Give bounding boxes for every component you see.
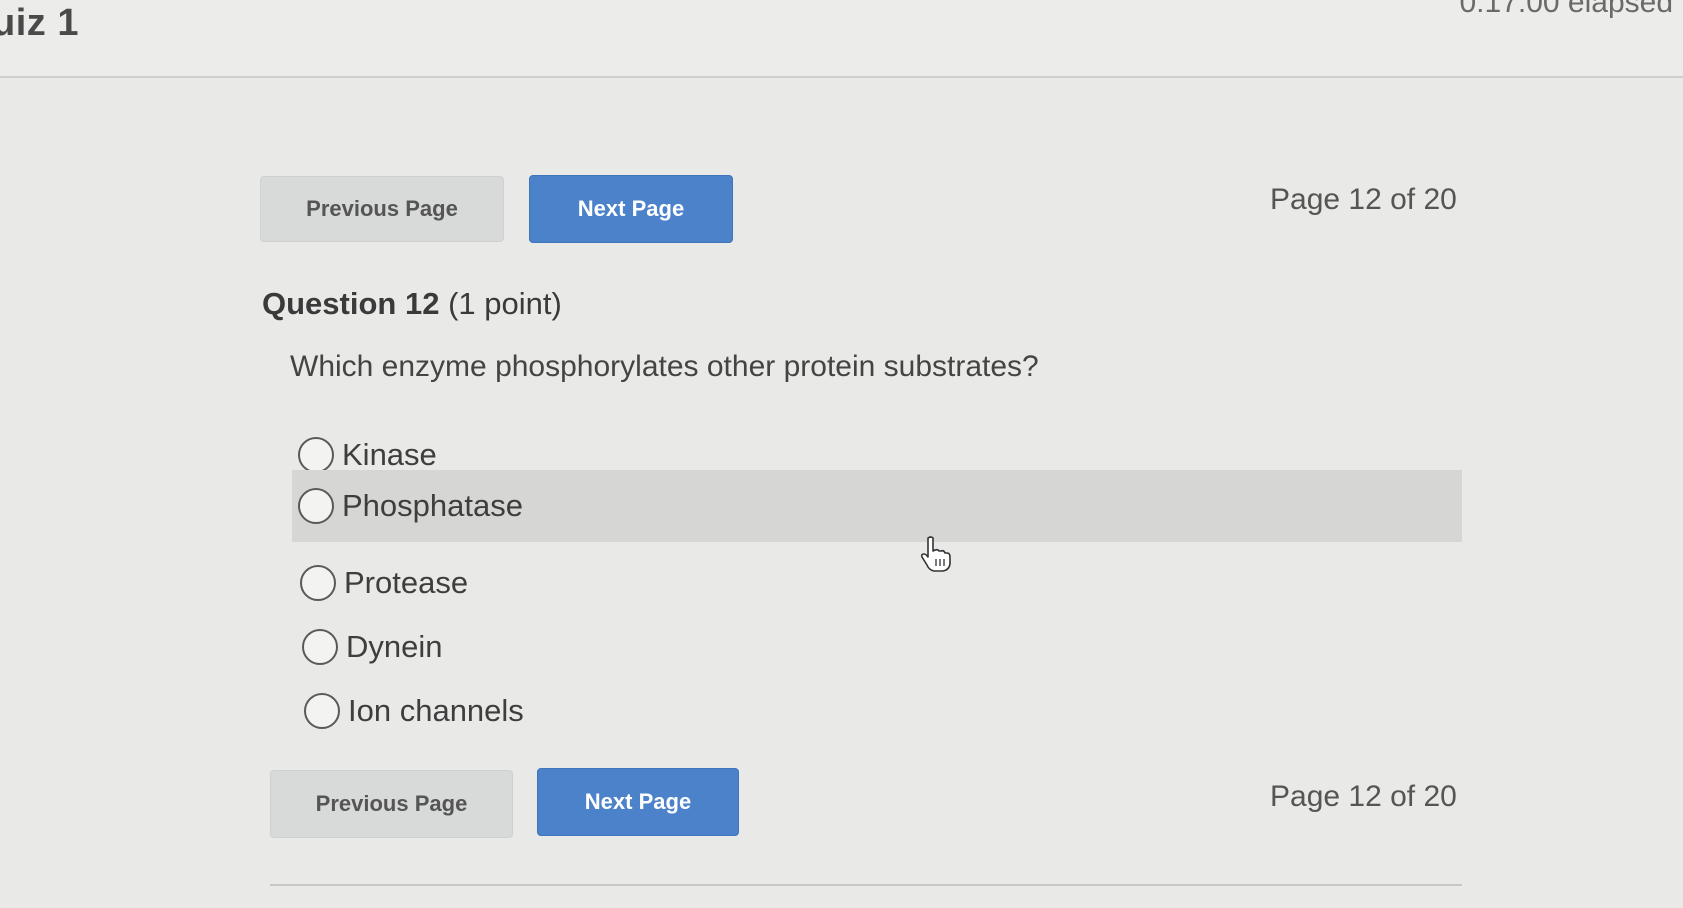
- option-label: Protease: [344, 565, 469, 600]
- option-label: Ion channels: [348, 693, 524, 728]
- question-number: Question 12: [262, 286, 440, 321]
- option-label: Kinase: [342, 437, 437, 472]
- divider: [270, 884, 1462, 886]
- quiz-title: uiz 1: [0, 2, 79, 44]
- next-page-button-top[interactable]: Next Page: [529, 175, 733, 243]
- previous-page-button-bottom[interactable]: Previous Page: [270, 770, 513, 838]
- next-page-button-bottom[interactable]: Next Page: [537, 768, 739, 836]
- radio-button[interactable]: [300, 565, 336, 601]
- quiz-header: uiz 1 0:17:00 elapsed: [0, 0, 1683, 78]
- radio-button[interactable]: [304, 693, 340, 729]
- option-phosphatase[interactable]: Phosphatase: [292, 470, 1462, 542]
- hand-pointer-icon: [920, 536, 951, 572]
- option-label: Phosphatase: [342, 488, 523, 523]
- question-heading: Question 12 (1 point): [262, 286, 562, 322]
- previous-page-button-top[interactable]: Previous Page: [260, 176, 504, 242]
- page-indicator-bottom: Page 12 of 20: [1270, 780, 1457, 813]
- option-label: Dynein: [346, 629, 443, 664]
- radio-button[interactable]: [298, 437, 334, 473]
- question-points: (1 point): [448, 286, 562, 321]
- option-protease[interactable]: Protease: [294, 551, 1462, 615]
- option-ion-channels[interactable]: Ion channels: [298, 679, 1462, 743]
- question-text: Which enzyme phosphorylates other protei…: [290, 350, 1039, 383]
- option-dynein[interactable]: Dynein: [296, 615, 1462, 679]
- page-indicator-top: Page 12 of 20: [1270, 183, 1457, 216]
- radio-button[interactable]: [302, 629, 338, 665]
- elapsed-timer: 0:17:00 elapsed: [1459, 0, 1673, 19]
- radio-button[interactable]: [298, 488, 334, 524]
